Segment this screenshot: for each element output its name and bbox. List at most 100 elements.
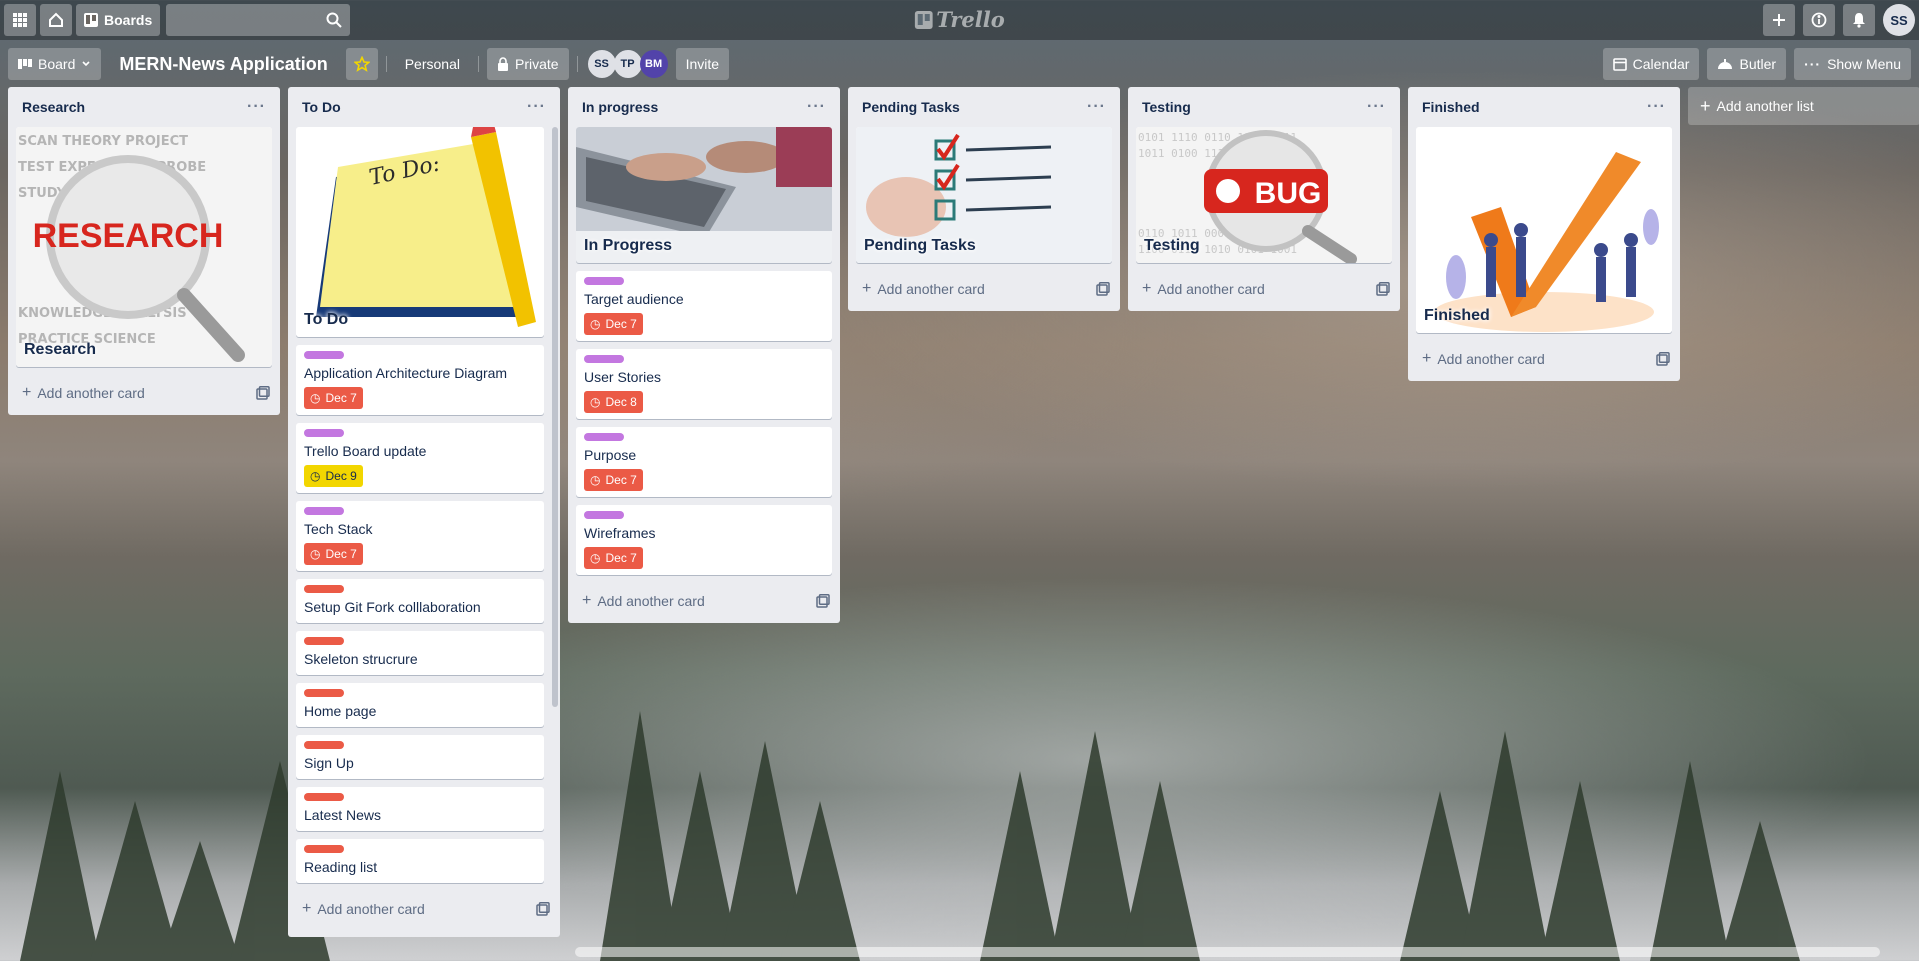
member-avatar[interactable]: TP	[613, 50, 642, 78]
invite-button[interactable]: Invite	[675, 48, 730, 80]
list-menu-icon[interactable]: ···	[1087, 98, 1106, 116]
board-horizontal-scrollbar[interactable]	[575, 947, 1880, 957]
add-card-button[interactable]: + Add another card	[1408, 341, 1680, 377]
due-date-badge[interactable]: ◷ Dec 7	[584, 313, 643, 335]
create-button[interactable]	[1763, 4, 1795, 36]
butler-button[interactable]: Butler	[1707, 48, 1787, 80]
board-title[interactable]: MERN-News Application	[109, 54, 337, 75]
info-button[interactable]	[1803, 4, 1835, 36]
card-label[interactable]	[304, 689, 344, 697]
calendar-button[interactable]: Calendar	[1602, 48, 1700, 80]
due-date: Dec 9	[325, 469, 357, 483]
plus-icon	[1773, 14, 1785, 26]
card-label[interactable]	[304, 585, 344, 593]
list-menu-icon[interactable]: ···	[247, 98, 266, 116]
list-title[interactable]: Pending Tasks	[862, 99, 960, 115]
workspace-button[interactable]: Personal	[395, 48, 470, 80]
card-label[interactable]	[304, 507, 344, 515]
card[interactable]: Home page	[296, 683, 544, 727]
card-in-progress-cover[interactable]: In Progress	[576, 127, 832, 263]
notifications-button[interactable]	[1843, 4, 1875, 36]
card-research[interactable]: SCAN THEORY PROJECT TEST EXPERIMENT PROB…	[16, 127, 272, 367]
due-date-badge[interactable]: ◷ Dec 7	[304, 387, 363, 409]
todo-cover-art: To Do:	[316, 127, 536, 327]
list-menu-icon[interactable]: ···	[807, 98, 826, 116]
card-label[interactable]	[304, 741, 344, 749]
card-label[interactable]	[584, 433, 624, 441]
search-input[interactable]	[166, 4, 351, 36]
due-date-badge[interactable]: ◷ Dec 7	[584, 547, 643, 569]
add-card-button[interactable]: + Add another card	[288, 891, 560, 927]
list-title[interactable]: Finished	[1422, 99, 1480, 115]
card[interactable]: Tech Stack ◷ Dec 7	[296, 501, 544, 571]
card-label[interactable]	[304, 637, 344, 645]
card[interactable]: Skeleton strucrure	[296, 631, 544, 675]
list-header[interactable]: Research ···	[8, 87, 280, 127]
card-label[interactable]	[304, 845, 344, 853]
card-title: Tech Stack	[304, 521, 373, 537]
list-header[interactable]: In progress ···	[568, 87, 840, 127]
card[interactable]: Latest News	[296, 787, 544, 831]
apps-grid-button[interactable]	[4, 4, 36, 36]
list-menu-icon[interactable]: ···	[527, 98, 546, 116]
list-menu-icon[interactable]: ···	[1647, 98, 1666, 116]
visibility-button[interactable]: Private	[486, 48, 569, 80]
list-header[interactable]: Pending Tasks ···	[848, 87, 1120, 127]
create-from-template-icon[interactable]	[816, 594, 830, 608]
add-card-button[interactable]: + Add another card	[8, 375, 280, 411]
card-finished-cover[interactable]: Finished	[1416, 127, 1672, 333]
add-card-button[interactable]: + Add another card	[568, 583, 840, 619]
card-title: Skeleton strucrure	[304, 651, 418, 667]
card[interactable]: Setup Git Fork colllaboration	[296, 579, 544, 623]
card-label[interactable]	[584, 511, 624, 519]
create-from-template-icon[interactable]	[1376, 282, 1390, 296]
list-header[interactable]: Testing ···	[1128, 87, 1400, 127]
list-title[interactable]: Research	[22, 99, 85, 115]
add-card-button[interactable]: + Add another card	[848, 271, 1120, 307]
due-date-badge[interactable]: ◷ Dec 8	[584, 391, 643, 413]
board-view-switcher[interactable]: Board	[8, 48, 102, 80]
create-from-template-icon[interactable]	[1096, 282, 1110, 296]
due-date-badge[interactable]: ◷ Dec 7	[584, 469, 643, 491]
card-label[interactable]	[304, 351, 344, 359]
add-list-button[interactable]: + Add another list	[1688, 87, 1919, 125]
user-avatar[interactable]: SS	[1883, 4, 1915, 36]
list-title[interactable]: To Do	[302, 99, 341, 115]
star-board-button[interactable]	[345, 48, 378, 80]
card[interactable]: Reading list	[296, 839, 544, 883]
card[interactable]: Sign Up	[296, 735, 544, 779]
home-button[interactable]	[40, 4, 72, 36]
card-label[interactable]	[584, 355, 624, 363]
trello-logo[interactable]: Trello	[914, 7, 1005, 32]
create-from-template-icon[interactable]	[256, 386, 270, 400]
list-title[interactable]: Testing	[1142, 99, 1191, 115]
show-menu-button[interactable]: ··· Show Menu	[1794, 48, 1911, 80]
card-testing-cover[interactable]: 0101 1110 0110 1101 0011 1011 0100 1110 …	[1136, 127, 1392, 263]
card-pending-cover[interactable]: Pending Tasks	[856, 127, 1112, 263]
member-avatar[interactable]: BM	[639, 50, 668, 78]
add-card-button[interactable]: + Add another card	[1128, 271, 1400, 307]
card[interactable]: User Stories ◷ Dec 8	[576, 349, 832, 419]
card-label[interactable]	[304, 429, 344, 437]
list-scrollbar[interactable]	[552, 127, 558, 707]
list-title[interactable]: In progress	[582, 99, 658, 115]
card-label[interactable]	[304, 793, 344, 801]
create-from-template-icon[interactable]	[536, 902, 550, 916]
card-label[interactable]	[584, 277, 624, 285]
list-header[interactable]: Finished ···	[1408, 87, 1680, 127]
card[interactable]: Trello Board update ◷ Dec 9	[296, 423, 544, 493]
card[interactable]: Application Architecture Diagram ◷ Dec 7	[296, 345, 544, 415]
list-header[interactable]: To Do ···	[288, 87, 560, 127]
due-date-badge[interactable]: ◷ Dec 9	[304, 465, 363, 487]
card[interactable]: Purpose ◷ Dec 7	[576, 427, 832, 497]
create-from-template-icon[interactable]	[1656, 352, 1670, 366]
due-date-badge[interactable]: ◷ Dec 7	[304, 543, 363, 565]
boards-button[interactable]: Boards	[76, 4, 161, 36]
list-menu-icon[interactable]: ···	[1367, 98, 1386, 116]
member-avatar[interactable]: SS	[587, 50, 616, 78]
header-divider	[385, 56, 387, 72]
plus-icon: +	[22, 384, 32, 401]
card[interactable]: Target audience ◷ Dec 7	[576, 271, 832, 341]
card-todo-cover[interactable]: To Do: To Do	[296, 127, 544, 337]
card[interactable]: Wireframes ◷ Dec 7	[576, 505, 832, 575]
